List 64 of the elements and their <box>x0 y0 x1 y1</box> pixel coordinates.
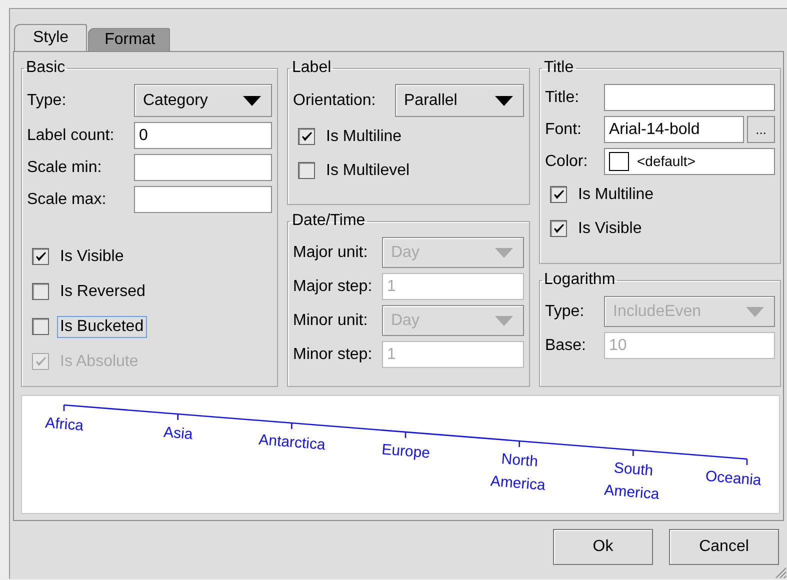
caret-icon <box>495 248 513 258</box>
group-title: Date/Time <box>291 213 366 229</box>
resize-grip-icon[interactable] <box>775 567 787 579</box>
field-label: Color: <box>545 152 589 170</box>
checkbox-label: Is Visible <box>59 246 125 266</box>
checkmark-icon <box>300 130 312 142</box>
dialog-button[interactable]: Cancel <box>669 529 779 565</box>
checkbox[interactable] <box>32 318 49 335</box>
tab[interactable]: Format <box>88 28 170 51</box>
axis-label: North America <box>490 450 546 494</box>
field-label: Title: <box>545 88 580 106</box>
input-field[interactable] <box>134 186 272 213</box>
checkbox[interactable] <box>298 162 315 179</box>
field-label: Minor unit: <box>293 312 369 330</box>
dropdown[interactable]: Category <box>134 84 272 117</box>
axis-label: Europe <box>381 441 431 462</box>
browse-button[interactable]: ... <box>747 116 775 143</box>
field-label: Type: <box>545 302 586 320</box>
input-field[interactable] <box>604 84 775 111</box>
group-title: Label <box>291 60 332 76</box>
checkbox[interactable] <box>550 186 567 203</box>
color-field[interactable]: <default> <box>604 148 775 175</box>
axis-label: Oceania <box>704 468 762 490</box>
caret-icon <box>495 316 513 326</box>
field-label: Type: <box>27 92 68 110</box>
dialog-button[interactable]: Ok <box>553 529 653 565</box>
checkbox-label: Is Multilevel <box>325 160 411 180</box>
axis-label: Antarctica <box>258 431 326 454</box>
caret-icon <box>243 96 261 106</box>
checkbox-label: Is Reversed <box>59 282 146 302</box>
checkmark-icon <box>34 250 46 262</box>
caret-icon <box>495 96 513 106</box>
input-field[interactable]: Arial-14-bold <box>604 116 744 143</box>
checkbox-label: Is Multiline <box>577 184 655 204</box>
checkbox[interactable] <box>550 220 567 237</box>
field-label: Minor step: <box>293 346 374 364</box>
axis-label: Asia <box>162 424 194 444</box>
checkmark-icon <box>34 356 46 368</box>
checkbox-label: Is Bucketed <box>57 316 147 338</box>
field-label: Scale max: <box>27 190 108 208</box>
field-label: Major step: <box>293 278 374 296</box>
tab[interactable]: Style <box>14 24 87 51</box>
checkmark-icon <box>552 222 564 234</box>
group-title: Title <box>543 60 575 76</box>
checkbox-label: Is Visible <box>577 218 643 238</box>
group-title: Basic <box>25 60 66 76</box>
input-field[interactable] <box>134 154 272 181</box>
field-label: Scale min: <box>27 158 103 176</box>
caret-icon <box>746 306 764 316</box>
input-field[interactable]: 0 <box>134 122 272 149</box>
checkbox-label: Is Multiline <box>325 126 403 146</box>
checkbox[interactable] <box>298 128 315 145</box>
checkbox[interactable] <box>32 283 49 300</box>
field-label: Base: <box>545 336 587 354</box>
dropdown[interactable]: Parallel <box>395 84 524 117</box>
field-label: Major unit: <box>293 244 369 262</box>
field-label: Orientation: <box>293 92 377 110</box>
group-title: Logarithm <box>543 272 616 288</box>
axis-label: South America <box>604 460 660 504</box>
field-label: Label count: <box>27 126 116 144</box>
checkbox[interactable] <box>32 248 49 265</box>
checkmark-icon <box>552 188 564 200</box>
axis-label: Africa <box>44 414 84 434</box>
field-label: Font: <box>545 120 582 138</box>
